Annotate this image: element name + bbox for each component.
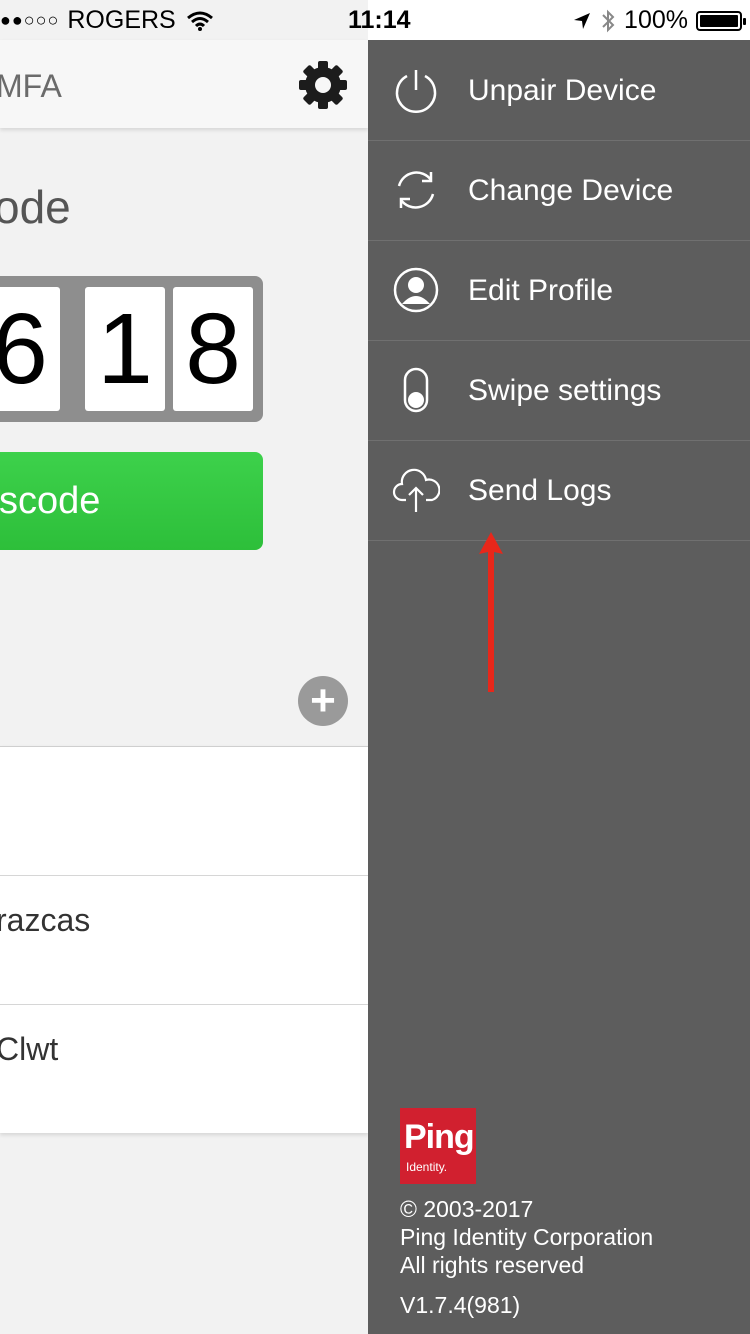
list-item[interactable] <box>0 747 368 876</box>
screen: ●●○○○ ROGERS 11:14 100% MFA ode 6 1 8 sc… <box>0 0 750 1334</box>
settings-drawer: Unpair Device Change Device Edit Profile <box>368 40 750 1334</box>
menu-item-edit-profile[interactable]: Edit Profile <box>368 240 750 341</box>
red-arrow-annotation <box>479 532 503 692</box>
nav-title: MFA <box>0 68 62 104</box>
passcode-digit: 1 <box>85 287 165 411</box>
clock: 11:14 <box>348 6 411 34</box>
gear-icon[interactable] <box>296 58 350 112</box>
passcode-heading: ode <box>0 181 71 233</box>
battery-level <box>700 14 738 27</box>
toggle-icon <box>403 367 429 413</box>
menu-item-swipe-settings[interactable]: Swipe settings <box>368 340 750 441</box>
menu-item-label: Send Logs <box>468 474 612 507</box>
logo-sub: Identity. <box>406 1160 448 1174</box>
passcode-digit: 6 <box>0 287 60 411</box>
get-passcode-label: sscode <box>0 480 101 522</box>
main-view: MFA ode 6 1 8 scode + razcas Clwt <box>0 0 368 1334</box>
menu-item-label: Edit Profile <box>468 274 614 307</box>
status-right: 100% <box>572 6 746 35</box>
company-text: Ping Identity Corporation <box>400 1224 654 1250</box>
power-icon <box>395 70 437 113</box>
navbar: MFA <box>0 40 368 128</box>
menu-item-send-logs[interactable]: Send Logs <box>368 440 750 541</box>
location-arrow-icon <box>574 12 591 29</box>
ping-identity-logo: Ping Identity. <box>400 1108 476 1184</box>
status-bar: ●●○○○ ROGERS 11:14 100% <box>0 0 750 40</box>
logo-word: Ping <box>404 1118 475 1156</box>
cloud-upload-icon <box>392 468 440 512</box>
menu-item-label: Change Device <box>468 174 674 207</box>
menu-item-change-device[interactable]: Change Device <box>368 140 750 241</box>
wifi-icon <box>186 11 213 31</box>
passcode-digit: 8 <box>173 287 253 411</box>
list-item-label: razcas <box>0 902 91 938</box>
menu-item-label: Unpair Device <box>468 74 657 107</box>
bluetooth-icon <box>602 9 615 32</box>
list-item[interactable]: Clwt <box>0 1005 368 1133</box>
get-passcode-button[interactable]: sscode <box>0 452 263 550</box>
copyright-text: © 2003-2017 <box>400 1196 534 1222</box>
list-item[interactable]: razcas <box>0 876 368 1005</box>
profile-icon <box>393 267 439 313</box>
refresh-icon <box>397 171 435 209</box>
battery-percent: 100% <box>624 6 688 34</box>
signal-strength: ●●○○○ <box>0 10 60 30</box>
menu-item-unpair-device[interactable]: Unpair Device <box>368 40 750 141</box>
status-left: ●●○○○ ROGERS <box>0 6 214 35</box>
add-icon[interactable]: + <box>298 676 348 726</box>
version-text: V1.7.4(981) <box>400 1292 521 1318</box>
passcode-display: 6 1 8 <box>0 276 263 422</box>
rights-text: All rights reserved <box>400 1252 585 1278</box>
battery-icon <box>696 10 746 31</box>
carrier-name: ROGERS <box>67 6 176 34</box>
menu-item-label: Swipe settings <box>468 374 662 407</box>
list-item-label: Clwt <box>0 1031 59 1067</box>
account-list: razcas Clwt <box>0 746 368 1133</box>
